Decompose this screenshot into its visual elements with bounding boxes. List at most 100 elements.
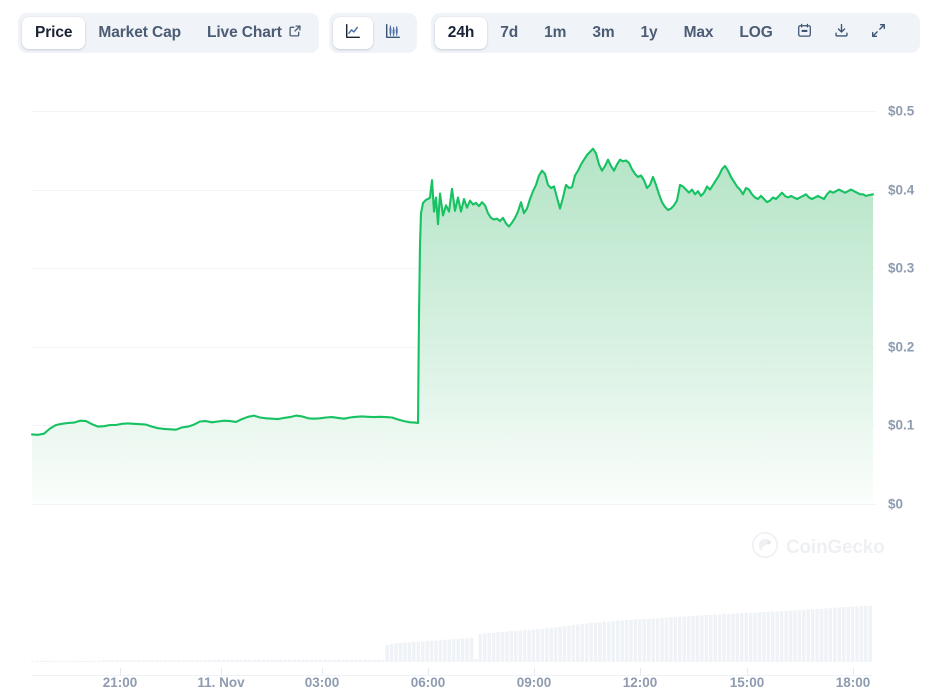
navigator-bar: [553, 627, 558, 662]
navigator-bar: [713, 614, 717, 662]
chart-type-candlestick-button[interactable]: [373, 17, 413, 49]
x-axis-tick-label: 12:00: [622, 675, 658, 690]
navigator-bar: [75, 660, 79, 662]
navigator-bar: [580, 623, 584, 662]
navigator-bar: [500, 631, 505, 662]
navigator-bar: [615, 620, 620, 662]
navigator-bar: [194, 660, 199, 662]
navigator-bar: [833, 607, 837, 662]
navigator-bar: [323, 659, 327, 662]
line-chart-icon: [344, 22, 362, 45]
navigator-bar: [132, 660, 137, 662]
navigator-bar: [279, 659, 283, 662]
navigator-bar: [669, 617, 673, 662]
navigator-bar: [230, 659, 234, 662]
chart-type-line-button[interactable]: [332, 17, 373, 49]
navigator-bar: [483, 633, 487, 662]
toggle-log-scale[interactable]: LOG: [726, 17, 785, 49]
navigator-bar: [779, 611, 784, 662]
navigator-bar: [859, 606, 864, 662]
navigator-bar: [141, 660, 146, 662]
navigator-bar: [319, 659, 323, 662]
navigator-bar: [252, 659, 257, 662]
navigator-bar: [44, 660, 48, 662]
navigator-bar: [66, 660, 70, 662]
navigator-bar: [336, 659, 341, 662]
tab-price[interactable]: Price: [22, 17, 86, 49]
navigator-bar: [766, 611, 771, 662]
range-7d-label: 7d: [500, 24, 519, 41]
navigator-bar: [487, 632, 491, 662]
navigator-bar: [762, 612, 766, 662]
price-area-fill: [32, 148, 873, 504]
navigator-bar: [726, 613, 731, 662]
navigator-bar: [864, 606, 868, 662]
navigator-bar: [793, 610, 797, 662]
navigator-bar: [660, 617, 664, 662]
navigator-bar: [465, 638, 469, 662]
navigator-bar: [571, 625, 576, 662]
candlestick-chart-icon: [384, 22, 402, 45]
range-1m[interactable]: 1m: [531, 17, 579, 49]
navigator-bar: [367, 659, 372, 662]
navigator-bar: [757, 612, 762, 662]
navigator-bar: [602, 621, 607, 662]
log-scale-label: LOG: [739, 24, 773, 41]
navigator-bar: [381, 659, 385, 662]
navigator-bar: [305, 659, 310, 662]
range-1m-label: 1m: [544, 24, 567, 41]
range-navigator[interactable]: [31, 592, 873, 670]
navigator-bar: [748, 612, 753, 662]
range-1y-label: 1y: [640, 24, 658, 41]
navigator-bar: [545, 628, 549, 662]
navigator-bar: [172, 660, 177, 662]
x-axis-tick-label: 21:00: [102, 675, 138, 690]
date-picker-button[interactable]: [786, 17, 823, 49]
navigator-bar: [540, 628, 545, 662]
navigator-bar: [124, 660, 128, 662]
navigator-bar: [186, 660, 190, 662]
navigator-bar: [163, 660, 168, 662]
tab-live-chart[interactable]: Live Chart: [194, 17, 315, 49]
range-3m[interactable]: 3m: [579, 17, 627, 49]
navigator-bar: [810, 609, 815, 662]
navigator-bar: [771, 611, 775, 662]
navigator-bar: [678, 616, 682, 662]
expand-icon: [870, 22, 887, 44]
navigator-bar: [709, 614, 713, 662]
navigator-bar: [212, 659, 217, 662]
tab-price-label: Price: [35, 24, 73, 41]
navigator-bar: [274, 659, 279, 662]
navigator-bar: [106, 660, 110, 662]
navigator-bar: [522, 630, 527, 662]
navigator-bar: [850, 606, 855, 662]
navigator-bar: [190, 660, 194, 662]
range-7d[interactable]: 7d: [487, 17, 531, 49]
navigator-bar: [221, 659, 226, 662]
navigator-bar: [474, 659, 478, 662]
navigator-bar: [664, 617, 669, 662]
metric-tab-group: Price Market Cap Live Chart: [18, 13, 319, 53]
navigator-bar: [314, 659, 319, 662]
x-axis-tick-label: 09:00: [516, 675, 552, 690]
navigator-bar: [97, 660, 101, 662]
download-button[interactable]: [823, 17, 860, 49]
navigator-bar: [270, 659, 274, 662]
price-chart[interactable]: $0 $0.1 $0.2 $0.3 $0.4 $0.5 21:00 11. Nov 03:00…: [0, 62, 938, 690]
navigator-bar: [425, 641, 429, 662]
range-max[interactable]: Max: [671, 17, 727, 49]
navigator-bar: [824, 608, 828, 662]
tab-market-cap[interactable]: Market Cap: [85, 17, 194, 49]
navigator-bar: [265, 659, 270, 662]
navigator-bar: [434, 640, 438, 662]
fullscreen-button[interactable]: [860, 17, 897, 49]
navigator-bar: [642, 618, 647, 662]
navigator-bar: [491, 632, 496, 662]
navigator-bar: [119, 660, 124, 662]
range-24h[interactable]: 24h: [434, 17, 488, 49]
chart-toolbar: Price Market Cap Live Chart 24h 7d 1m 3m…: [18, 13, 920, 53]
navigator-bar: [350, 659, 354, 662]
navigator-bar: [93, 660, 97, 662]
navigator-bar: [79, 660, 84, 662]
range-1y[interactable]: 1y: [628, 17, 671, 49]
